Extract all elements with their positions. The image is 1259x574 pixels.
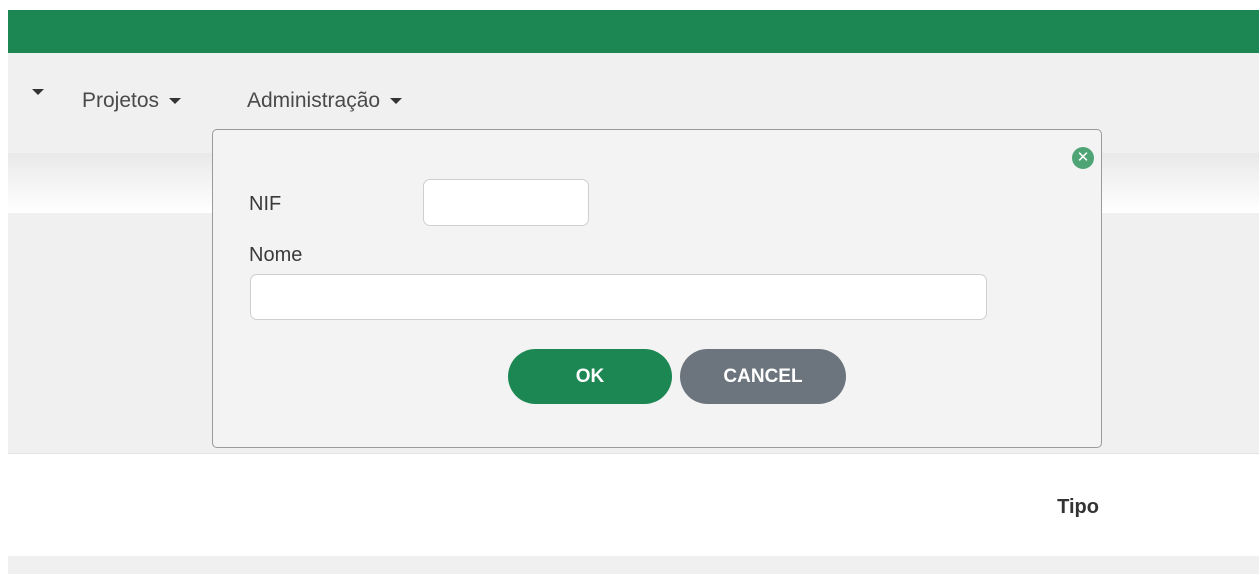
caret-down-icon bbox=[32, 89, 44, 95]
nome-label: Nome bbox=[249, 244, 303, 266]
table-row bbox=[8, 556, 1259, 574]
column-header-tipo[interactable]: Tipo bbox=[1057, 496, 1099, 519]
ok-button[interactable]: OK bbox=[508, 349, 672, 404]
close-icon[interactable]: ✕ bbox=[1072, 147, 1094, 169]
caret-down-icon bbox=[169, 98, 182, 104]
nome-input[interactable] bbox=[250, 274, 987, 320]
nav-menu-item-administracao[interactable]: Administração bbox=[247, 89, 403, 113]
nav-menu-item-projetos[interactable]: Projetos bbox=[82, 89, 182, 113]
nav-item-label: Projetos bbox=[82, 89, 160, 112]
cancel-button[interactable]: CANCEL bbox=[680, 349, 846, 404]
top-header-bar bbox=[8, 10, 1259, 53]
page: Projetos Administração Tipo ✕ NIF Nome O… bbox=[0, 0, 1259, 574]
nav-item-label: Administração bbox=[247, 89, 381, 112]
nav-menu-item-truncated[interactable] bbox=[22, 89, 44, 95]
nif-label: NIF bbox=[249, 193, 282, 215]
search-dialog: ✕ NIF Nome OK CANCEL bbox=[212, 129, 1102, 448]
caret-down-icon bbox=[390, 98, 403, 104]
nif-input[interactable] bbox=[423, 179, 589, 226]
